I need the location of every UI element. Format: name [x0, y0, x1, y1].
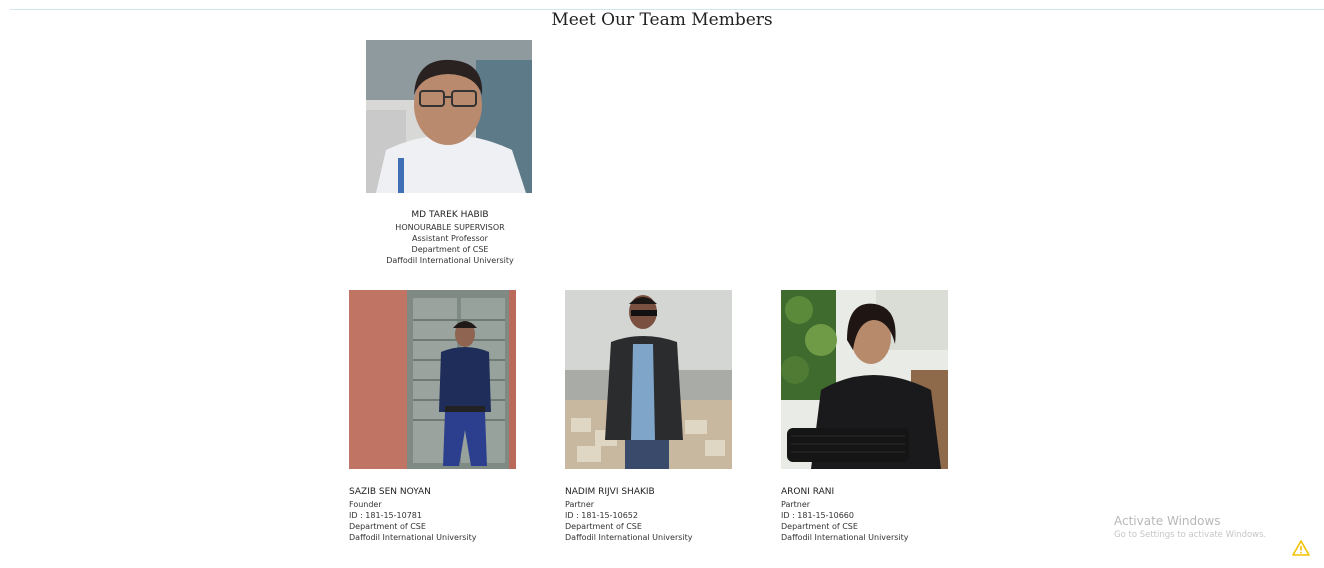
member-photo-2 [565, 290, 732, 469]
member-info-2: NADIM RIJVI SHAKIB Partner ID : 181-15-1… [565, 487, 755, 543]
member-university: Daffodil International University [565, 533, 693, 542]
member-photo-1 [349, 290, 516, 469]
member-info-1: SAZIB SEN NOYAN Founder ID : 181-15-1078… [349, 487, 539, 543]
supervisor-name: MD TAREK HABIB [411, 210, 489, 220]
member-name: ARONI RANI [781, 487, 835, 497]
member-id: ID : 181-15-10660 [781, 511, 854, 520]
warning-icon[interactable] [1292, 540, 1310, 556]
supervisor-role: HONOURABLE SUPERVISOR [395, 223, 505, 232]
member-department: Department of CSE [565, 522, 642, 531]
member-name: NADIM RIJVI SHAKIB [565, 487, 655, 497]
member-university: Daffodil International University [781, 533, 909, 542]
member-id: ID : 181-15-10781 [349, 511, 422, 520]
member-name: SAZIB SEN NOYAN [349, 487, 431, 497]
member-university: Daffodil International University [349, 533, 477, 542]
member-department: Department of CSE [349, 522, 426, 531]
page-title: Meet Our Team Members [551, 10, 773, 30]
supervisor-department: Department of CSE [411, 245, 489, 254]
supervisor-designation: Assistant Professor [412, 234, 488, 243]
activate-windows-title: Activate Windows [1114, 514, 1221, 528]
member-role: Founder [349, 500, 382, 509]
member-role: Partner [781, 500, 811, 509]
member-id: ID : 181-15-10652 [565, 511, 638, 520]
activate-windows-watermark: Activate Windows Go to Settings to activ… [1114, 514, 1314, 540]
member-department: Department of CSE [781, 522, 858, 531]
activate-windows-subtitle: Go to Settings to activate Windows. [1114, 530, 1267, 540]
member-info-3: ARONI RANI Partner ID : 181-15-10660 Dep… [781, 487, 971, 543]
member-photo-3 [781, 290, 948, 469]
supervisor-photo [366, 40, 532, 193]
supervisor-university: Daffodil International University [386, 256, 514, 265]
member-role: Partner [565, 500, 595, 509]
supervisor-info: MD TAREK HABIB HONOURABLE SUPERVISOR Ass… [350, 210, 550, 266]
